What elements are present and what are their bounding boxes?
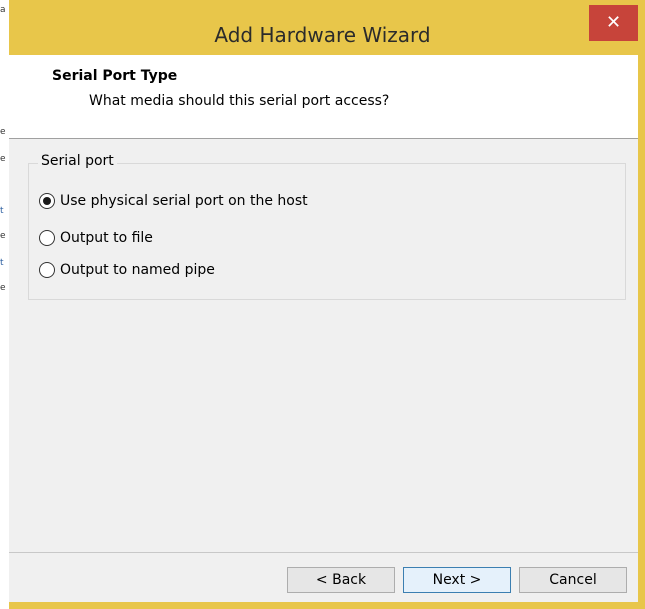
back-button[interactable]: < Back — [287, 567, 395, 593]
background-text-fragment: e — [0, 127, 6, 137]
wizard-window: a e e t e t e Add Hardware Wizard ✕ Seri… — [0, 0, 645, 609]
background-text-fragment: e — [0, 154, 6, 164]
radio-output-to-named-pipe[interactable]: Output to named pipe — [39, 260, 215, 280]
radio-label[interactable]: Output to file — [60, 230, 153, 246]
background-text-fragment: t — [0, 206, 4, 216]
footer-divider — [9, 552, 638, 553]
serial-port-groupbox: Serial port Use physical serial port on … — [28, 153, 626, 300]
cancel-button[interactable]: Cancel — [519, 567, 627, 593]
page-title: Serial Port Type — [52, 68, 178, 84]
radio-use-physical-port[interactable]: Use physical serial port on the host — [39, 191, 308, 211]
radio-label[interactable]: Use physical serial port on the host — [60, 193, 308, 209]
radio-button-icon[interactable] — [39, 262, 55, 278]
radio-selected-dot-icon — [43, 197, 51, 205]
page-subtitle: What media should this serial port acces… — [89, 93, 390, 109]
radio-button-icon[interactable] — [39, 230, 55, 246]
wizard-header: Serial Port Type What media should this … — [9, 55, 638, 139]
window-title: Add Hardware Wizard — [214, 23, 431, 47]
wizard-content: Serial Port Type What media should this … — [9, 55, 638, 602]
background-text-fragment: e — [0, 283, 6, 293]
background-text-fragment: e — [0, 231, 6, 241]
radio-label[interactable]: Output to named pipe — [60, 262, 215, 278]
background-text-fragment: t — [0, 258, 4, 268]
radio-button-icon[interactable] — [39, 193, 55, 209]
close-icon: ✕ — [605, 12, 622, 33]
next-button[interactable]: Next > — [403, 567, 511, 593]
groupbox-label: Serial port — [38, 153, 117, 169]
background-window-edge: a e e t e t e — [0, 0, 9, 609]
close-button[interactable]: ✕ — [589, 5, 638, 41]
radio-output-to-file[interactable]: Output to file — [39, 228, 153, 248]
